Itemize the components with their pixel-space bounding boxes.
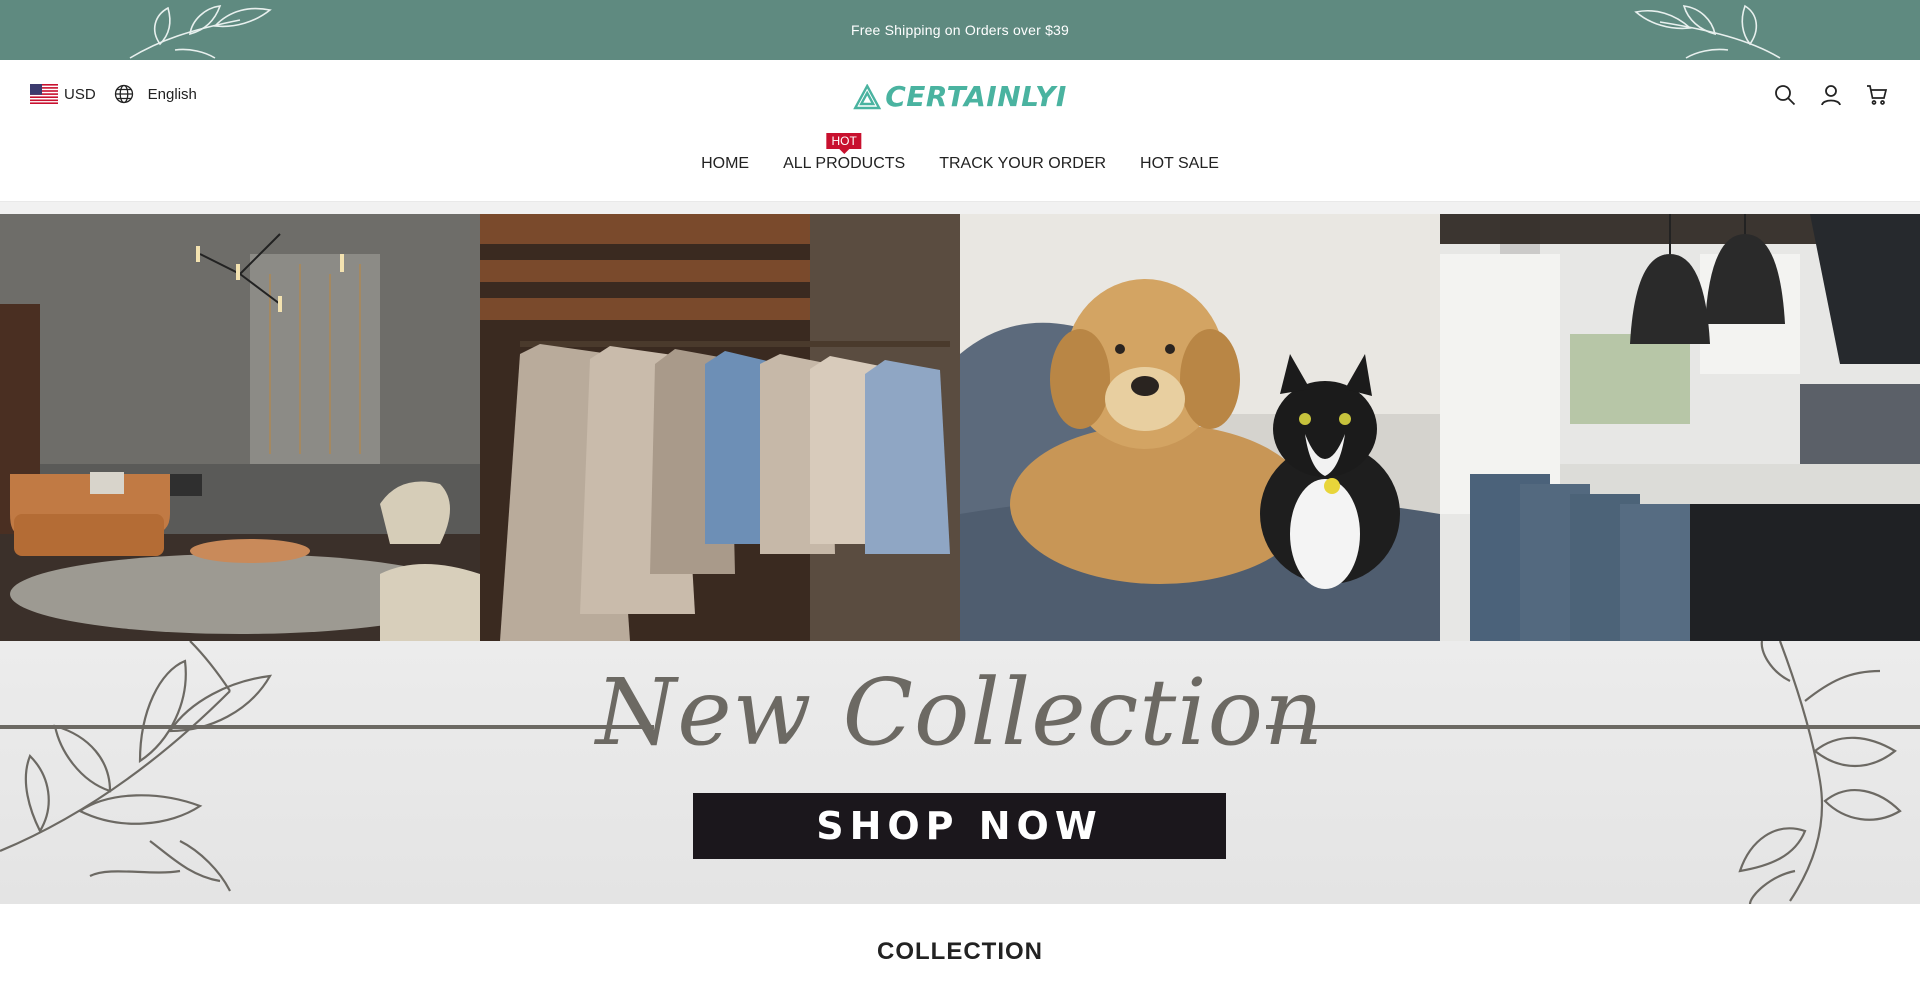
search-button[interactable] [1772,82,1798,108]
currency-label: USD [64,85,96,103]
nav-hot-sale-label: HOT SALE [1140,155,1219,172]
announcement-text: Free Shipping on Orders over $39 [850,22,1070,38]
currency-selector[interactable]: USD [30,84,96,104]
collection-section-title: COLLECTION [877,938,1043,965]
language-selector[interactable]: English [114,84,197,104]
leaf-decoration-icon [129,5,272,59]
shop-now-button[interactable]: SHOP NOW [693,793,1226,859]
nav-track-order-label: TRACK YOUR ORDER [939,155,1107,172]
kitchen-photo [1440,214,1920,641]
main-nav: HOME HOT ALL PRODUCTS TRACK YOUR ORDER H… [0,133,1920,173]
search-icon [1775,85,1796,106]
hero-banner[interactable]: New Collection SHOP NOW [0,202,1920,904]
nav-home[interactable]: HOME [701,155,749,173]
logo-text: CERTAINLYI [885,80,1067,113]
hot-badge: HOT [826,133,862,149]
dog-and-cat-photo [960,214,1440,641]
nav-hot-sale[interactable]: HOT SALE [1140,155,1219,173]
announcement-bar: Free Shipping on Orders over $39 [0,0,1920,60]
locale-selectors: USD English [30,84,197,104]
site-logo[interactable]: CERTAINLYI [853,80,1067,113]
nav-home-label: HOME [701,155,750,172]
us-flag-icon [30,84,58,104]
hero-title-area: New Collection SHOP NOW [0,641,1920,904]
hero-photo-strip [0,214,1920,641]
living-room-photo [0,214,480,641]
header-actions [1772,82,1890,108]
account-button[interactable] [1818,82,1844,108]
cart-icon [1867,85,1888,105]
nav-all-products-label: ALL PRODUCTS [783,155,906,172]
branch-decoration-icon [1738,641,1902,904]
cart-button[interactable] [1864,82,1890,108]
site-header: USD English CERTAINLYI HOME HOT ALL PROD… [0,60,1920,202]
nav-track-order[interactable]: TRACK YOUR ORDER [939,155,1106,173]
language-label: English [147,85,197,103]
leaf-decoration-icon [1634,4,1781,59]
nav-all-products[interactable]: HOT ALL PRODUCTS [783,133,906,173]
logo-mark-icon [853,83,882,109]
clothing-rack-photo [480,214,960,641]
globe-icon [114,84,133,104]
user-icon [1821,85,1841,106]
